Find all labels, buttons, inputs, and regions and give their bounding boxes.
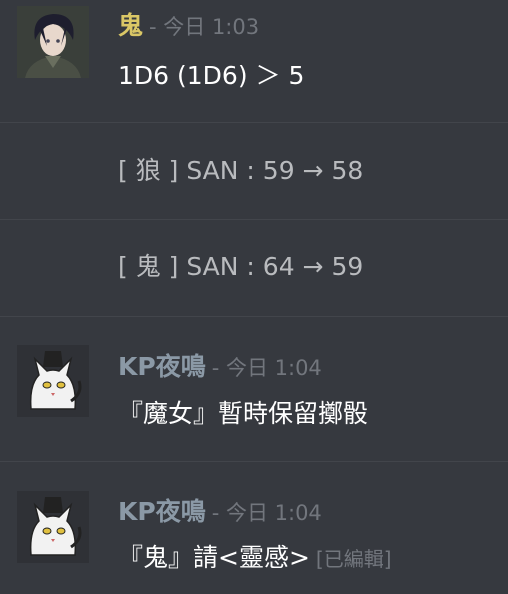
message-text: 『魔女』暫時保留擲骰 bbox=[118, 399, 369, 428]
message-4: KP夜鳴 - 今日 1:04 『魔女』暫時保留擲骰 bbox=[0, 317, 508, 461]
message-3: [ 鬼 ] SAN : 64 → 59 bbox=[0, 220, 508, 316]
message-text: 1D6 (1D6) ＞ 5 bbox=[118, 61, 305, 90]
message-5: KP夜鳴 - 今日 1:04 『鬼』請<靈感> [已編輯] bbox=[0, 462, 508, 594]
white-cat-avatar-icon bbox=[17, 491, 89, 563]
white-cat-avatar-icon bbox=[17, 345, 89, 417]
author-name[interactable]: KP夜鳴 bbox=[118, 352, 206, 381]
edited-marker: [已編輯] bbox=[315, 547, 392, 571]
user-avatar[interactable] bbox=[17, 491, 89, 563]
message-text: 『鬼』請<靈感> bbox=[118, 543, 310, 572]
message-1: 鬼- 今日 1:03 1D6 (1D6) ＞ 5 bbox=[0, 0, 508, 122]
message-text: [ 狼 ] SAN : 59 → 58 bbox=[118, 156, 364, 185]
message-2: [ 狼 ] SAN : 59 → 58 bbox=[0, 123, 508, 219]
message-content: 『鬼』請<靈感> [已編輯] bbox=[118, 541, 392, 576]
user-avatar[interactable] bbox=[17, 345, 89, 417]
timestamp: - 今日 1:04 bbox=[211, 356, 322, 380]
timestamp: - 今日 1:03 bbox=[149, 15, 260, 39]
author-name[interactable]: 鬼 bbox=[118, 11, 143, 40]
dark-haired-character-avatar-icon bbox=[17, 6, 89, 78]
timestamp: - 今日 1:04 bbox=[211, 501, 322, 525]
message-text: [ 鬼 ] SAN : 64 → 59 bbox=[118, 252, 364, 281]
author-name[interactable]: KP夜鳴 bbox=[118, 497, 206, 526]
user-avatar[interactable] bbox=[17, 6, 89, 78]
